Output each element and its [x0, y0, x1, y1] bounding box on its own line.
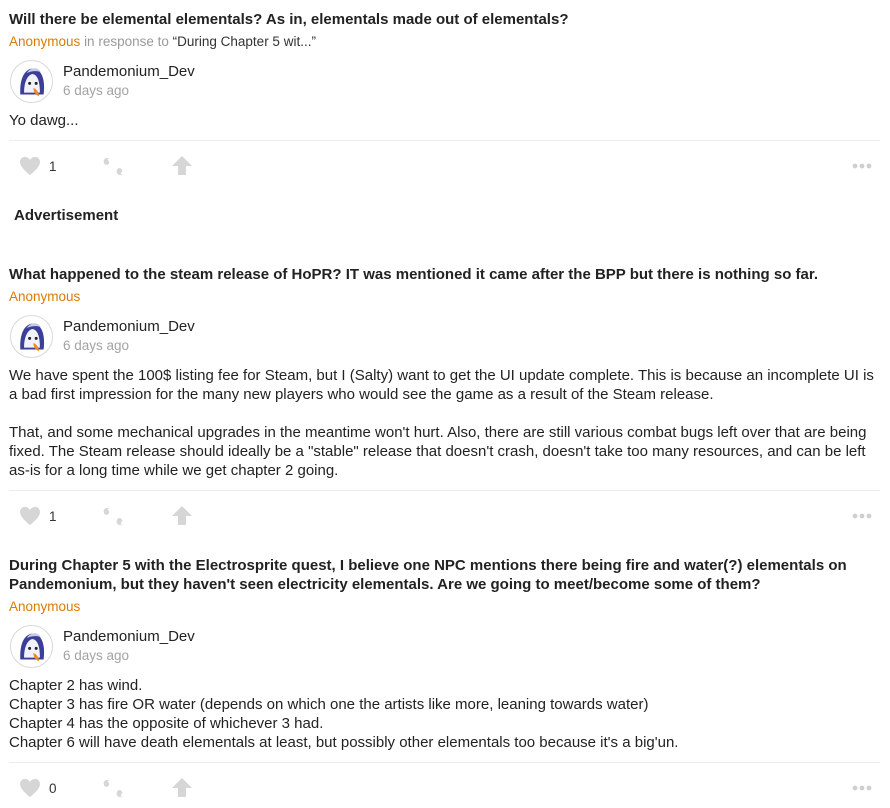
heart-icon — [20, 156, 40, 176]
timestamp[interactable]: 6 days ago — [63, 82, 129, 99]
quoted-question-link[interactable]: “During Chapter 5 wit...” — [173, 34, 316, 49]
heart-icon — [20, 506, 40, 526]
reply-button[interactable] — [102, 152, 126, 180]
avatar-image — [11, 61, 52, 102]
share-button[interactable] — [171, 152, 193, 180]
share-arrow-icon — [172, 506, 192, 525]
reply-button[interactable] — [102, 502, 126, 530]
like-count: 1 — [49, 158, 57, 174]
post-actions: 1 — [9, 502, 880, 530]
timestamp[interactable]: 6 days ago — [63, 337, 129, 354]
more-dots-icon — [852, 513, 872, 519]
avatar[interactable] — [10, 625, 53, 668]
like-button[interactable]: 0 — [19, 774, 57, 802]
timestamp[interactable]: 6 days ago — [63, 647, 129, 664]
asker-line: Anonymous — [9, 598, 80, 616]
asker-line: Anonymous — [9, 288, 80, 306]
like-button[interactable]: 1 — [19, 152, 57, 180]
more-button[interactable] — [852, 502, 872, 530]
divider — [9, 762, 880, 763]
asker-name[interactable]: Anonymous — [9, 289, 80, 304]
asker-name[interactable]: Anonymous — [9, 599, 80, 614]
like-count: 1 — [49, 508, 57, 524]
author-name[interactable]: Pandemonium_Dev — [63, 62, 195, 81]
in-response-to-label: in response to — [84, 34, 169, 49]
more-dots-icon — [852, 163, 872, 169]
answer-line: Chapter 6 will have death elementals at … — [9, 734, 679, 751]
question-text[interactable]: Will there be elemental elementals? As i… — [9, 10, 879, 29]
like-count: 0 — [49, 780, 57, 796]
avatar[interactable] — [10, 60, 53, 103]
answer-line: Chapter 2 has wind. — [9, 677, 143, 694]
share-arrow-icon — [172, 156, 192, 175]
answer-text: Yo dawg... — [9, 111, 881, 130]
answer-text: We have spent the 100$ listing fee for S… — [9, 366, 881, 480]
more-button[interactable] — [852, 152, 872, 180]
asker-name[interactable]: Anonymous — [9, 34, 80, 49]
advertisement-label: Advertisement — [14, 207, 119, 224]
answer-paragraph: We have spent the 100$ listing fee for S… — [9, 367, 874, 403]
post-actions: 1 — [9, 152, 880, 180]
question-text[interactable]: What happened to the steam release of Ho… — [9, 265, 879, 284]
author-name[interactable]: Pandemonium_Dev — [63, 317, 195, 336]
quote-icon — [103, 780, 123, 797]
reply-button[interactable] — [102, 774, 126, 802]
answer-line: Chapter 4 has the opposite of whichever … — [9, 715, 324, 732]
post-actions: 0 — [9, 774, 880, 802]
avatar-image — [11, 626, 52, 667]
avatar[interactable] — [10, 315, 53, 358]
asker-line: Anonymous in response to “During Chapter… — [9, 33, 316, 51]
answer-paragraph: That, and some mechanical upgrades in th… — [9, 424, 867, 479]
more-dots-icon — [852, 785, 872, 791]
author-name[interactable]: Pandemonium_Dev — [63, 627, 195, 646]
question-text[interactable]: During Chapter 5 with the Electrosprite … — [9, 556, 879, 594]
divider — [9, 490, 880, 491]
share-arrow-icon — [172, 778, 192, 797]
more-button[interactable] — [852, 774, 872, 802]
divider — [9, 140, 880, 141]
share-button[interactable] — [171, 774, 193, 802]
answer-text: Chapter 2 has wind. Chapter 3 has fire O… — [9, 676, 881, 752]
answer-line: Chapter 3 has fire OR water (depends on … — [9, 696, 649, 713]
quote-icon — [103, 508, 123, 525]
avatar-image — [11, 316, 52, 357]
heart-icon — [20, 778, 40, 798]
answer-paragraph: Yo dawg... — [9, 112, 79, 129]
like-button[interactable]: 1 — [19, 502, 57, 530]
quote-icon — [103, 158, 123, 175]
share-button[interactable] — [171, 502, 193, 530]
